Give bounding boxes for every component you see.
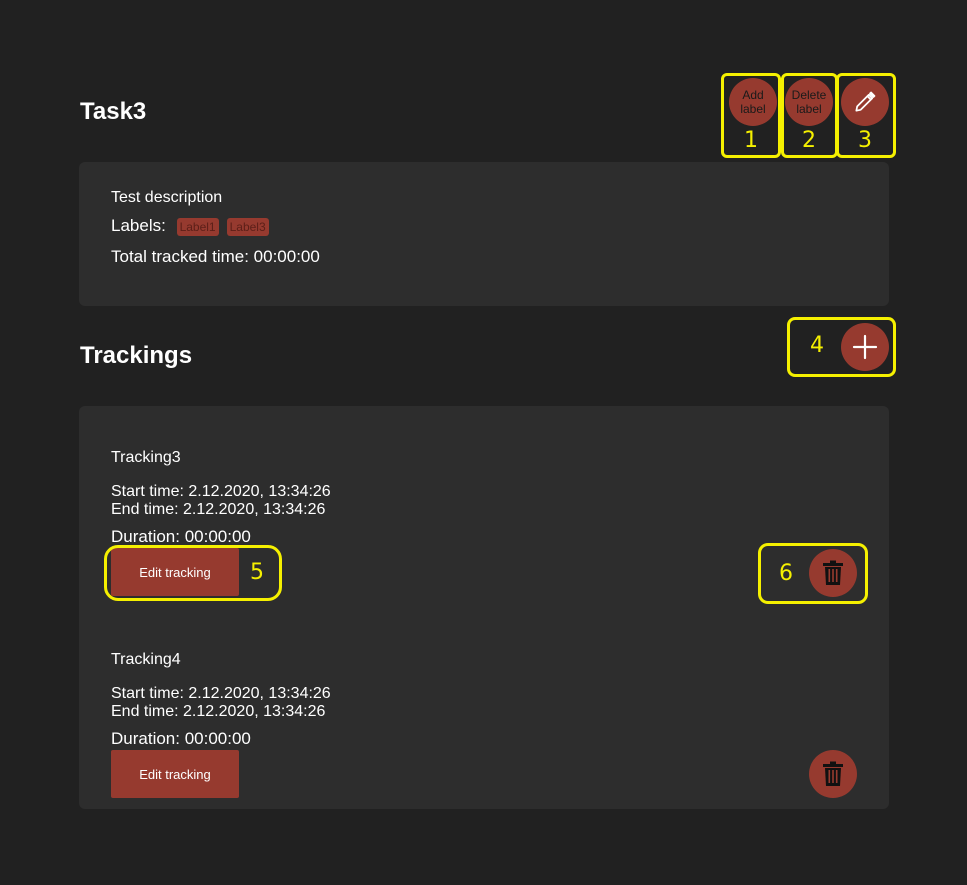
delete-label-line2: label <box>796 102 822 116</box>
edit-task-button[interactable] <box>841 78 889 126</box>
annotation-marker-2: 2 <box>802 128 816 153</box>
trackings-card: Tracking3 Start time: 2.12.2020, 13:34:2… <box>79 406 889 809</box>
add-label-button[interactable]: Add label <box>729 78 777 126</box>
task-total-time: Total tracked time: 00:00:00 <box>111 247 320 266</box>
task-title: Task3 <box>80 98 147 125</box>
annotation-marker-1: 1 <box>744 128 758 153</box>
label-chip: Label3 <box>226 217 269 236</box>
task-page: Task3 Add label Delete label 1 2 3 Test … <box>0 0 967 885</box>
tracking-duration: Duration: 00:00:00 <box>111 527 251 546</box>
plus-icon <box>852 334 878 360</box>
tracking-end-time: End time: 2.12.2020, 13:34:26 <box>111 703 326 720</box>
delete-tracking-button[interactable] <box>809 750 857 798</box>
task-details-card: Test description Labels: Label1 Label3 To… <box>79 162 889 306</box>
delete-tracking-button[interactable] <box>809 549 857 597</box>
add-label-line1: Add <box>742 88 764 102</box>
task-description: Test description <box>111 189 223 206</box>
tracking-start-time: Start time: 2.12.2020, 13:34:26 <box>111 685 331 702</box>
tracking-name: Tracking4 <box>111 651 181 668</box>
annotation-marker-4: 4 <box>810 333 824 358</box>
trash-icon <box>823 761 843 786</box>
label-chip: Label1 <box>176 217 219 236</box>
tracking-name: Tracking3 <box>111 449 181 466</box>
tracking-end-time: End time: 2.12.2020, 13:34:26 <box>111 501 326 518</box>
tracking-start-time: Start time: 2.12.2020, 13:34:26 <box>111 483 331 500</box>
labels-caption: Labels: <box>111 216 166 235</box>
annotation-marker-5: 5 <box>250 560 264 585</box>
pencil-icon <box>855 91 876 112</box>
tracking-duration: Duration: 00:00:00 <box>111 729 251 748</box>
annotation-marker-6: 6 <box>779 561 793 586</box>
add-label-line2: label <box>740 102 766 116</box>
task-labels-row: Labels: Label1 Label3 <box>111 216 269 236</box>
trackings-title: Trackings <box>80 342 193 369</box>
edit-tracking-button[interactable]: Edit tracking <box>111 750 239 798</box>
delete-label-button[interactable]: Delete label <box>785 78 833 126</box>
add-tracking-button[interactable] <box>841 323 889 371</box>
trash-icon <box>823 560 843 585</box>
delete-label-line1: Delete <box>791 88 827 102</box>
edit-tracking-button[interactable]: Edit tracking <box>111 548 239 596</box>
annotation-marker-3: 3 <box>858 128 872 153</box>
